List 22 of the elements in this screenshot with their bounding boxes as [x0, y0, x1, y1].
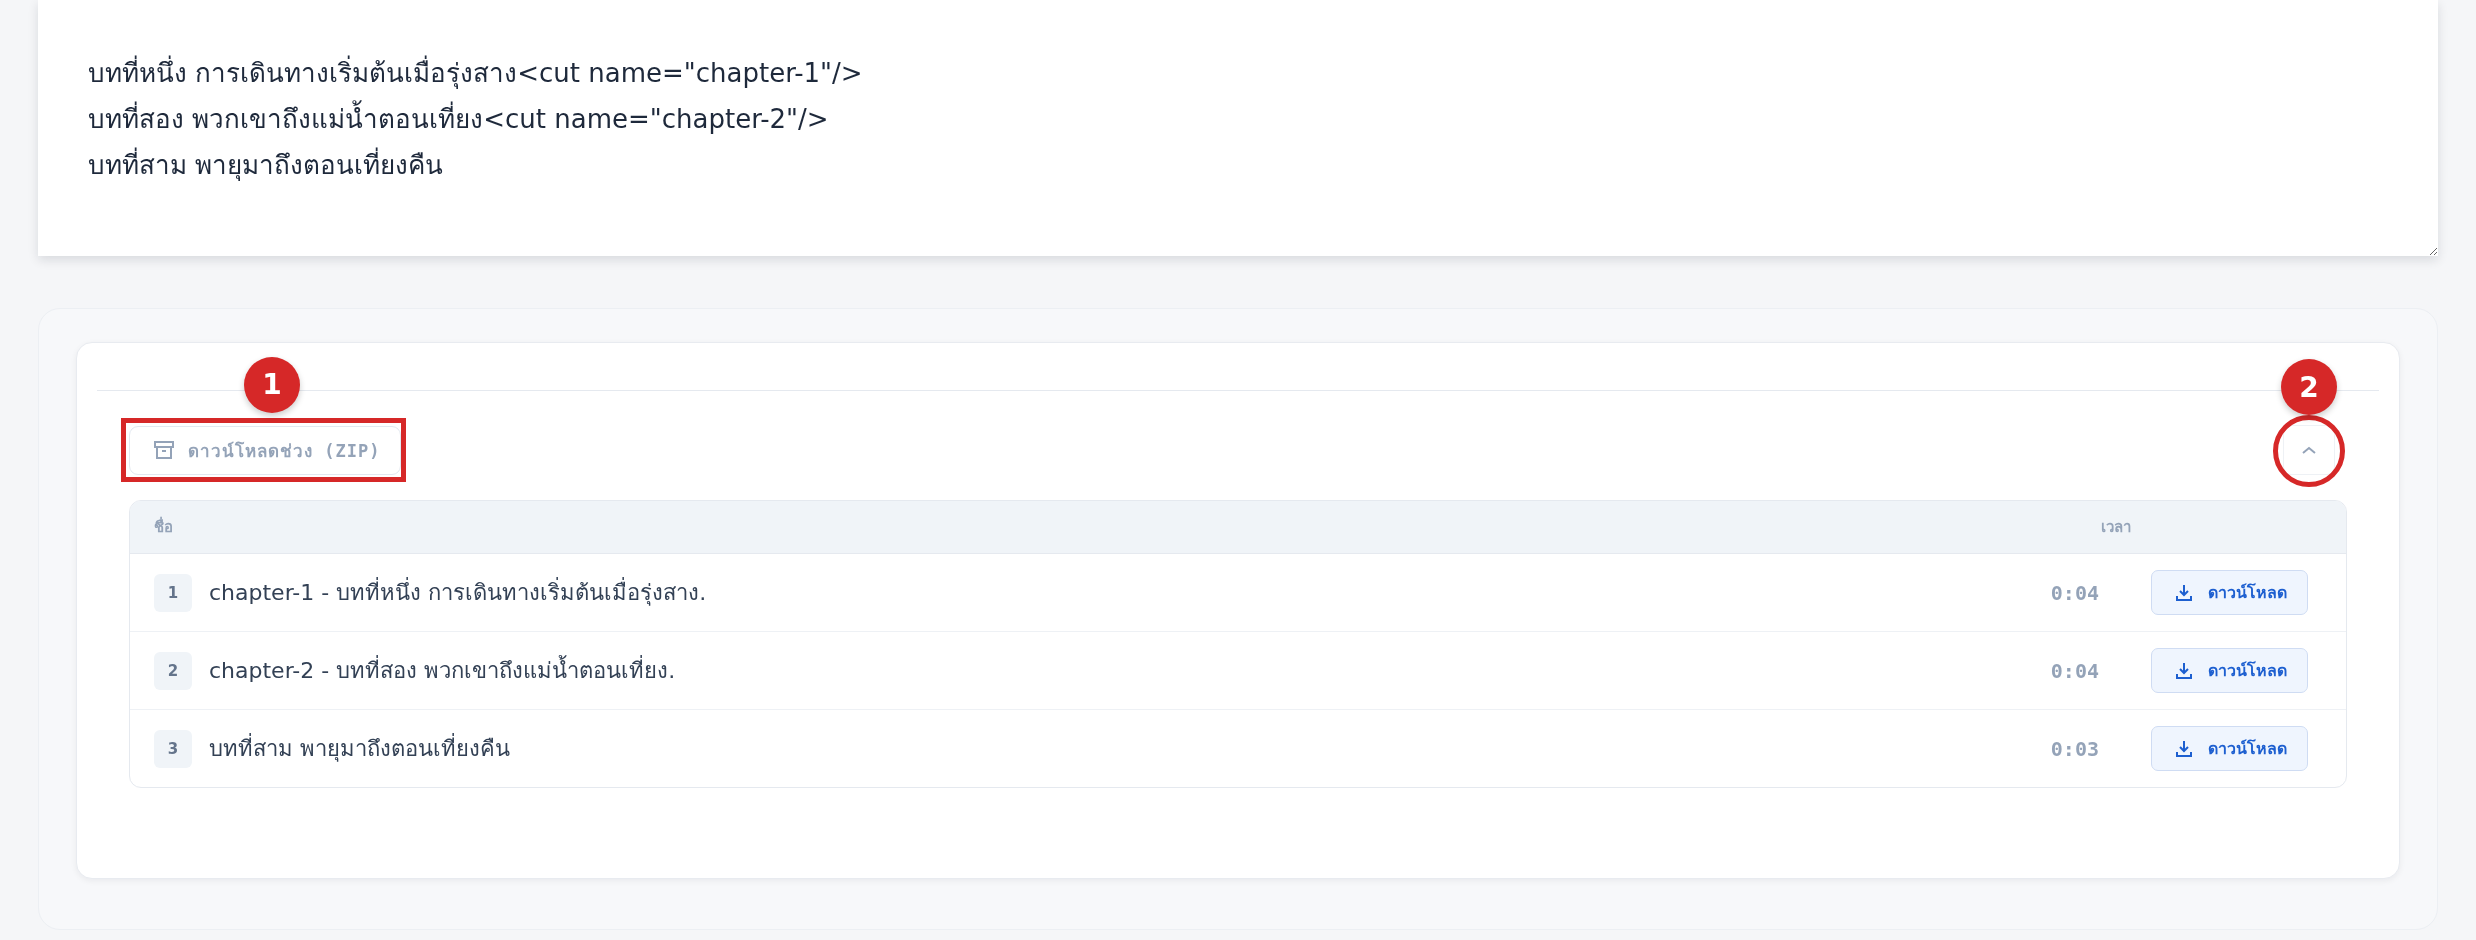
- row-number: 2: [154, 651, 192, 690]
- chevron-up-icon: [2300, 444, 2318, 456]
- download-icon: [2174, 660, 2194, 681]
- collapse-button[interactable]: [2283, 425, 2335, 475]
- annotation-badge: 1: [244, 356, 300, 413]
- download-button[interactable]: ดาวน์โหลด: [2151, 726, 2308, 771]
- track-title: chapter-2 - บทที่สอง พวกเขาถึงแม่น้ำตอนเที่ยง.: [209, 653, 676, 688]
- download-icon: [2174, 738, 2194, 759]
- duration: 0:03: [2049, 735, 2100, 763]
- text-area[interactable]: บทที่หนึ่ง การเดินทางเริ่มต้นเมื่อรุ่งสาง<cut name="chapter-1"/> บทที่สอง พวกเขาถึงแม่น้ำตอนเที่ยง<cut name="chapter-2"/> บทที่สาม พายุมาถึงตอนเที่ยงคืน: [38, 0, 2438, 256]
- download-button[interactable]: ดาวน์โหลด: [2151, 648, 2308, 693]
- annotation-circle: [2273, 415, 2345, 487]
- download-icon: [2174, 582, 2194, 603]
- column-header: เวลา: [1899, 501, 2151, 554]
- download-button[interactable]: ดาวน์โหลด: [2151, 570, 2308, 615]
- archive-icon: [152, 438, 176, 462]
- track-title: บทที่สาม พายุมาถึงตอนเที่ยงคืน: [209, 731, 510, 766]
- row-number: 3: [154, 729, 192, 768]
- track-title: chapter-1 - บทที่หนึ่ง การเดินทางเริ่มต้นเมื่อรุ่งสาง.: [209, 575, 707, 610]
- column-header: ชื่อ: [130, 501, 1899, 554]
- row-number: 1: [154, 573, 192, 612]
- annotation-badge: 2: [2281, 359, 2337, 415]
